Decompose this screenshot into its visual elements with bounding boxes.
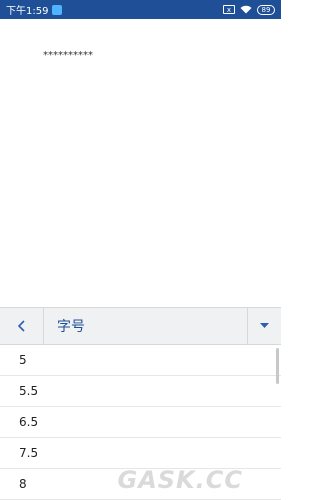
status-time: 下午1:59 xyxy=(6,6,49,17)
font-size-option[interactable]: 7.5 xyxy=(0,438,281,469)
font-size-option[interactable]: 5.5 xyxy=(0,376,281,407)
document-area[interactable]: ********** xyxy=(0,19,281,307)
list-scrollbar[interactable] xyxy=(276,348,279,384)
wifi-icon xyxy=(240,5,252,14)
panel-title: 字号 xyxy=(57,319,85,335)
watermark-logo: GASK.CC xyxy=(117,466,243,494)
app-notification-icon xyxy=(52,4,63,15)
font-size-list[interactable]: 5 5.5 6.5 7.5 8 GASK.CC xyxy=(0,345,281,500)
battery-icon: 89 xyxy=(257,4,275,15)
chevron-left-icon xyxy=(17,320,25,332)
caret-down-icon xyxy=(260,323,269,328)
font-size-panel-header: 字号 xyxy=(0,307,281,345)
back-button[interactable] xyxy=(0,308,44,344)
document-text[interactable]: ********** xyxy=(43,50,93,61)
font-size-option[interactable]: 5 xyxy=(0,345,281,376)
sim-icon: x xyxy=(223,5,235,14)
collapse-panel-button[interactable] xyxy=(247,308,281,344)
status-bar: 下午1:59 x 89 xyxy=(0,0,281,19)
font-size-option[interactable]: 6.5 xyxy=(0,407,281,438)
